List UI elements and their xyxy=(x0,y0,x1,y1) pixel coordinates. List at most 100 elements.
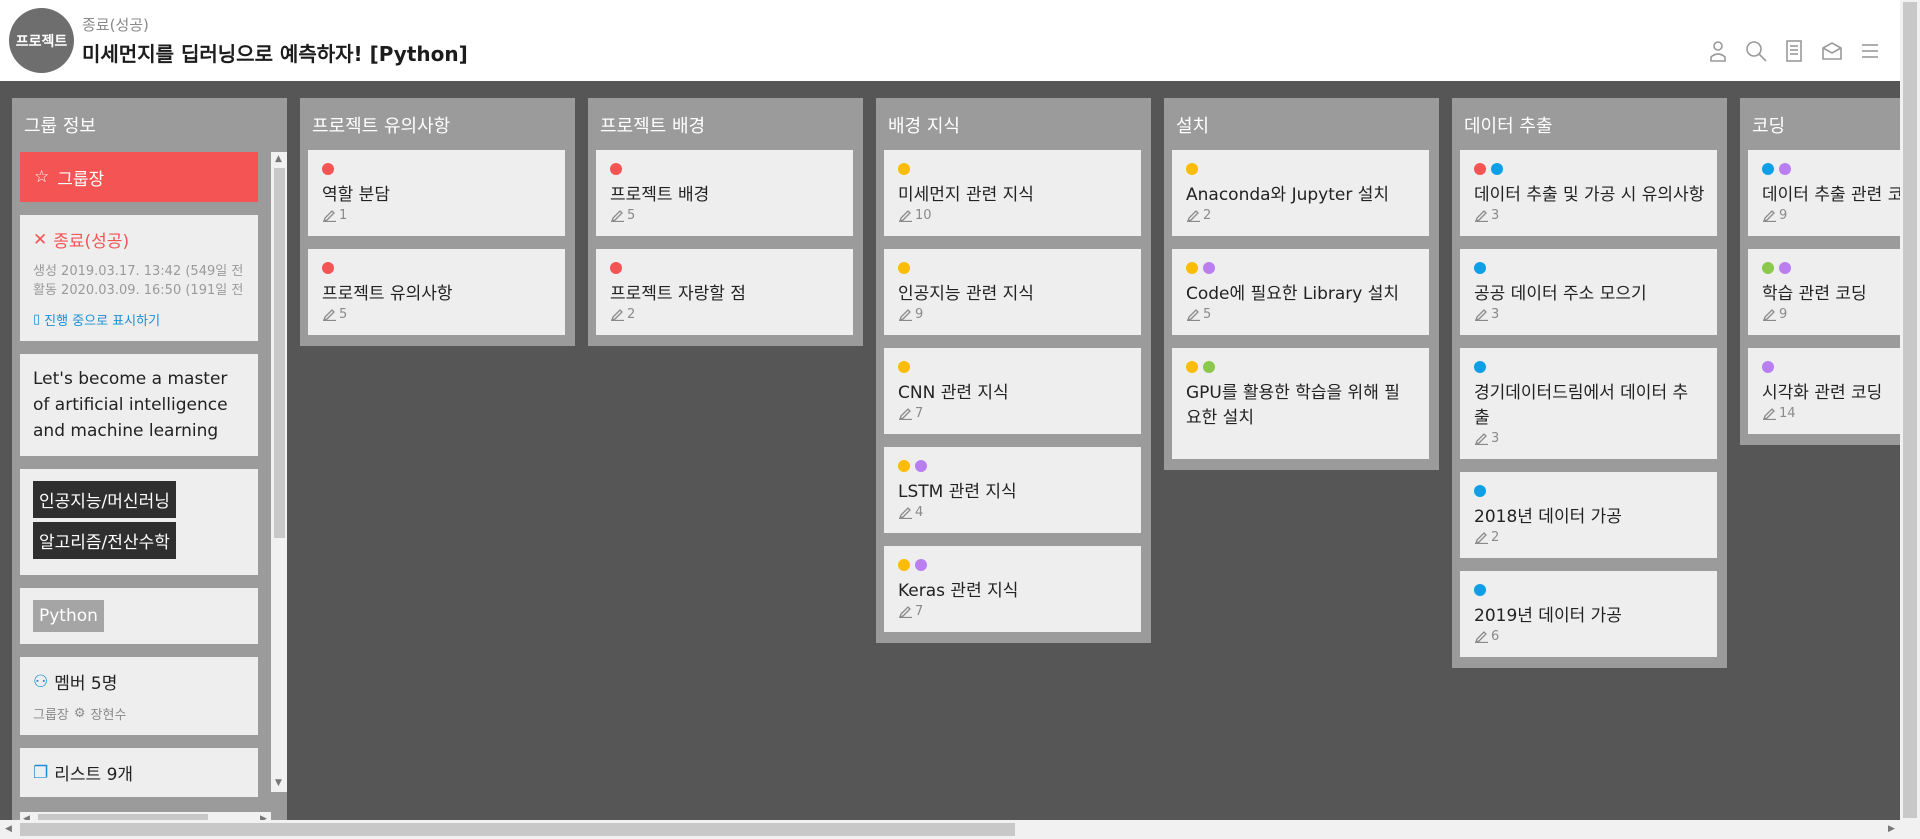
list-title[interactable]: 설치 xyxy=(1164,98,1439,150)
count-value: 2 xyxy=(627,307,636,322)
language-tag[interactable]: Python xyxy=(33,600,104,632)
list-title[interactable]: 코딩 xyxy=(1740,98,1900,150)
window-horizontal-scrollbar[interactable]: ◀ ▶ xyxy=(0,820,1920,839)
show-in-progress-link[interactable]: ▯ 진행 중으로 표시하기 xyxy=(33,310,245,329)
pen-icon xyxy=(898,506,913,519)
scroll-down-icon[interactable]: ▼ xyxy=(275,778,282,788)
scroll-up-icon[interactable]: ▲ xyxy=(275,154,282,164)
list-title[interactable]: 배경 지식 xyxy=(876,98,1151,150)
label-dot xyxy=(915,559,927,571)
list-title[interactable]: 프로젝트 배경 xyxy=(588,98,863,150)
card[interactable]: 데이터 추출 및 가공 시 유의사항 3 xyxy=(1460,150,1717,236)
card-title: GPU를 활용한 학습을 위해 필요한 설치 xyxy=(1186,383,1400,428)
tag-item[interactable]: 알고리즘/전산수학 xyxy=(33,522,176,559)
card-comment-count: 10 xyxy=(898,208,1127,223)
list-column: 프로젝트 유의사항 역할 분담 1 프로젝트 유의사항 5 xyxy=(300,98,575,346)
card-comment-count: 7 xyxy=(898,604,1127,619)
scroll-thumb[interactable] xyxy=(1903,2,1917,818)
card[interactable]: 2019년 데이터 가공 6 xyxy=(1460,571,1717,657)
card-comment-count: 3 xyxy=(1474,431,1703,446)
group-horizontal-scrollbar[interactable]: ◀ ▶ xyxy=(20,812,271,820)
label-dots xyxy=(898,559,1127,571)
count-value: 9 xyxy=(915,307,924,322)
label-dots xyxy=(1474,361,1703,373)
label-dot xyxy=(322,262,334,274)
card[interactable]: Anaconda와 Jupyter 설치 2 xyxy=(1172,150,1429,236)
card[interactable]: 프로젝트 배경 5 xyxy=(596,150,853,236)
label-dots xyxy=(610,262,839,274)
card-comment-count: 9 xyxy=(1762,208,1900,223)
card[interactable]: 2018년 데이터 가공 2 xyxy=(1460,472,1717,558)
card-title: 학습 관련 코딩 xyxy=(1762,284,1867,304)
list-title[interactable]: 데이터 추출 xyxy=(1452,98,1727,150)
count-value: 10 xyxy=(915,208,932,223)
group-info-title: 그룹 정보 xyxy=(24,116,96,137)
menu-icon[interactable] xyxy=(1858,38,1882,64)
pen-icon xyxy=(610,308,625,321)
card[interactable]: 경기데이터드림에서 데이터 추출 3 xyxy=(1460,348,1717,459)
card-comment-count: 5 xyxy=(1186,307,1415,322)
label-dots xyxy=(1762,361,1900,373)
card-title: Code에 필요한 Library 설치 xyxy=(1186,284,1400,304)
card[interactable]: 미세먼지 관련 지식 10 xyxy=(884,150,1141,236)
card[interactable]: 인공지능 관련 지식 9 xyxy=(884,249,1141,335)
card[interactable]: Keras 관련 지식 7 xyxy=(884,546,1141,632)
user-icon[interactable] xyxy=(1706,38,1730,64)
pen-icon xyxy=(1474,432,1489,445)
card[interactable]: 프로젝트 유의사항 5 xyxy=(308,249,565,335)
tags-card: 인공지능/머신러닝 알고리즘/전산수학 xyxy=(20,469,258,575)
count-value: 7 xyxy=(915,406,924,421)
card-title: Keras 관련 지식 xyxy=(898,581,1019,601)
project-logo[interactable]: 프로젝트 xyxy=(9,8,74,73)
label-dots xyxy=(898,163,1127,175)
label-dots xyxy=(1474,163,1703,175)
board: 그룹 정보 ☆ 그룹장 ✕ 종료(성공) 생성 2019.03.17. 13:4… xyxy=(0,81,1900,820)
scroll-thumb[interactable] xyxy=(20,823,1015,836)
group-description: Let's become a master of artificial inte… xyxy=(33,369,228,441)
list-title[interactable]: 프로젝트 유의사항 xyxy=(300,98,575,150)
scroll-thumb[interactable] xyxy=(274,168,285,538)
created-date: 생성 2019.03.17. 13:42 (549일 전 xyxy=(33,264,244,279)
pen-icon xyxy=(1474,531,1489,544)
pen-icon xyxy=(1474,308,1489,321)
count-value: 1 xyxy=(339,208,348,223)
card[interactable]: 데이터 추출 관련 코딩 9 xyxy=(1748,150,1900,236)
count-value: 4 xyxy=(915,505,924,520)
label-dot xyxy=(610,163,622,175)
card-comment-count: 7 xyxy=(898,406,1127,421)
card[interactable]: 프로젝트 자랑할 점 2 xyxy=(596,249,853,335)
card-title: 프로젝트 유의사항 xyxy=(322,284,453,304)
count-value: 3 xyxy=(1491,307,1500,322)
copy-icon: ❐ xyxy=(33,762,49,783)
card[interactable]: 학습 관련 코딩 9 xyxy=(1748,249,1900,335)
card-comment-count: 2 xyxy=(1474,530,1703,545)
label-dot xyxy=(1474,361,1486,373)
inbox-icon[interactable] xyxy=(1820,38,1844,64)
members-card[interactable]: ⚇ 멤버 5명 그룹장 ⚙ 장현수 xyxy=(20,657,258,735)
group-vertical-scrollbar[interactable]: ▲ ▼ xyxy=(271,152,287,792)
label-dot xyxy=(1491,163,1503,175)
card[interactable]: GPU를 활용한 학습을 위해 필요한 설치 xyxy=(1172,348,1429,459)
label-dot xyxy=(1762,262,1774,274)
card[interactable]: 역할 분담 1 xyxy=(308,150,565,236)
window-vertical-scrollbar[interactable] xyxy=(1900,0,1920,820)
document-icon[interactable] xyxy=(1782,38,1806,64)
scroll-right-icon[interactable]: ▶ xyxy=(1888,824,1895,834)
count-value: 5 xyxy=(339,307,348,322)
card[interactable]: 시각화 관련 코딩 14 xyxy=(1748,348,1900,434)
search-icon[interactable] xyxy=(1744,38,1768,64)
card-title: 공공 데이터 주소 모으기 xyxy=(1474,284,1647,304)
group-leader-banner[interactable]: ☆ 그룹장 xyxy=(20,152,258,202)
lists-count-card[interactable]: ❐ 리스트 9개 xyxy=(20,748,258,797)
tag-item[interactable]: 인공지능/머신러닝 xyxy=(33,481,176,518)
card-comment-count: 5 xyxy=(610,208,839,223)
card-comment-count: 2 xyxy=(610,307,839,322)
count-value: 5 xyxy=(1203,307,1212,322)
scroll-left-icon[interactable]: ◀ xyxy=(5,824,12,834)
card[interactable]: Code에 필요한 Library 설치 5 xyxy=(1172,249,1429,335)
card[interactable]: 공공 데이터 주소 모으기 3 xyxy=(1460,249,1717,335)
pen-icon xyxy=(610,209,625,222)
card[interactable]: CNN 관련 지식 7 xyxy=(884,348,1141,434)
label-dot xyxy=(1203,361,1215,373)
card[interactable]: LSTM 관련 지식 4 xyxy=(884,447,1141,533)
